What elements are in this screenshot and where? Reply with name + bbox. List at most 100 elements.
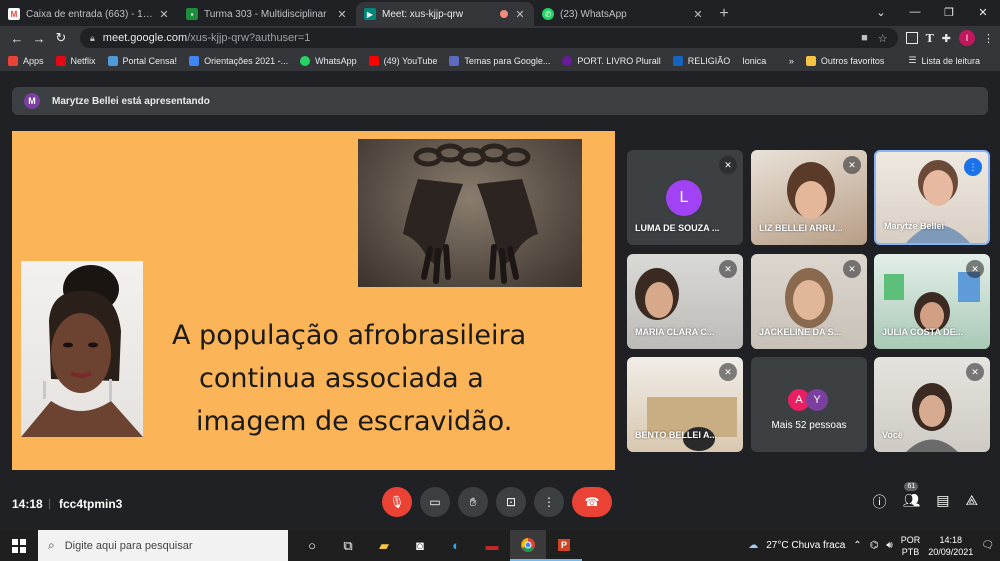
forward-icon[interactable]: → — [28, 31, 50, 46]
notifications-icon[interactable]: 🗨︎ — [981, 540, 994, 551]
new-tab-button[interactable]: + — [712, 2, 736, 26]
participant-tile-maria-clara[interactable]: ✕ MARIA CLARA C... — [627, 254, 743, 349]
text-extension-icon[interactable]: T — [926, 32, 934, 45]
present-screen-icon: ⊡ — [505, 495, 517, 509]
more-options-button[interactable]: ⋮ — [534, 487, 564, 517]
bookmark-ionica[interactable]: Ionica — [742, 56, 766, 66]
puzzle-icon[interactable]: ✚ — [942, 32, 951, 45]
reading-list-icon: ☰ — [908, 55, 917, 65]
participant-tile-julia[interactable]: ✕ JULIA COSTA DE... — [874, 254, 990, 349]
bookmark-whatsapp[interactable]: WhatsApp — [300, 55, 357, 66]
participant-name: Marytze Bellei — [884, 221, 945, 231]
reading-list[interactable]: ☰ Lista de leitura — [908, 55, 980, 66]
meet-window: M Marytze Bellei está apresentando A pop… — [0, 72, 1000, 530]
file-explorer-icon[interactable]: ▰ — [366, 530, 402, 561]
whatsapp-icon — [300, 55, 311, 66]
weather-text[interactable]: 27°C Chuva fraca — [766, 540, 845, 551]
close-tab-icon[interactable]: ✕ — [514, 8, 526, 21]
people-button[interactable]: 61 👥︎ — [902, 482, 920, 512]
camera-in-use-icon[interactable]: ■ — [861, 32, 868, 45]
mic-off-icon: ✕ — [966, 260, 984, 278]
participant-tile-jackeline[interactable]: ✕ JACKELINE DA S... — [751, 254, 867, 349]
tab-title: (23) WhatsApp — [560, 8, 627, 20]
tab-search-icon[interactable]: ⌄ — [864, 6, 898, 19]
windows-taskbar: ⌕ Digite aqui para pesquisar ○ ⧉ ▰ ◙ ◐ ▬… — [0, 530, 1000, 561]
portal-icon — [107, 55, 118, 66]
reload-icon[interactable]: ↻ — [50, 30, 72, 46]
more-people-avatars: A Y — [788, 389, 828, 411]
edge-icon[interactable]: ◐ — [438, 530, 474, 561]
tab-gmail[interactable]: M Caixa de entrada (663) - 1004729 ✕ — [0, 2, 178, 26]
browser-toolbar: ← → ↻ 🔒︎ meet.google.com /xus-kjjp-qrw?a… — [0, 26, 1000, 50]
input-language[interactable]: POR PTB — [901, 534, 921, 558]
participant-tile-self[interactable]: ✕ Você — [874, 357, 990, 452]
mic-off-icon: ✕ — [966, 363, 984, 381]
volume-icon[interactable]: 🔊︎ — [886, 540, 892, 551]
close-window-button[interactable]: ✕ — [966, 6, 1000, 19]
system-tray: ☁ 27°C Chuva fraca ⌃ ⌬ 🔊︎ POR PTB 14:18 20… — [748, 534, 1000, 558]
mic-off-icon: ✕ — [843, 260, 861, 278]
cortana-icon[interactable]: ○ — [294, 530, 330, 561]
meeting-info-button[interactable]: ⓘ — [872, 492, 886, 512]
close-tab-icon[interactable]: ✕ — [336, 8, 348, 21]
present-button[interactable]: ⊡ — [496, 487, 526, 517]
address-bar[interactable]: 🔒︎ meet.google.com /xus-kjjp-qrw?authuse… — [80, 28, 898, 48]
activities-button[interactable]: ⟁ — [966, 492, 979, 512]
minimize-button[interactable]: — — [898, 6, 932, 18]
bookmarks-overflow-icon[interactable]: » — [789, 56, 794, 66]
bookmark-religiao[interactable]: RELIGIÃO — [672, 55, 730, 66]
other-bookmarks[interactable]: Outros favoritos — [805, 55, 884, 66]
participant-tile-liz[interactable]: ✕ LIZ BELLEI ARRU... — [751, 150, 867, 245]
weather-icon[interactable]: ☁ — [748, 540, 758, 551]
raise-hand-button[interactable]: ✋︎ — [458, 487, 488, 517]
netflix-icon — [55, 55, 66, 66]
classroom-icon: ▪ — [186, 8, 198, 20]
menu-icon[interactable]: ⋮ — [983, 32, 994, 45]
participant-tile-bento[interactable]: ✕ BENTO BELLEI A... — [627, 357, 743, 452]
mic-toggle-button[interactable]: 🎙︎ — [382, 487, 412, 517]
powerpoint-icon[interactable]: P — [546, 530, 582, 561]
moviemaker-icon[interactable]: ▬ — [474, 530, 510, 561]
windows-logo-icon — [12, 538, 26, 553]
start-button[interactable] — [0, 530, 38, 561]
bookmark-temas[interactable]: Temas para Google... — [449, 55, 550, 66]
chat-button[interactable]: ▤ — [936, 492, 949, 512]
back-icon[interactable]: ← — [6, 31, 28, 46]
camera-toggle-button[interactable]: ▭ — [420, 487, 450, 517]
hand-icon: ✋︎ — [469, 494, 477, 509]
participant-name: Você — [882, 430, 903, 440]
chrome-icon[interactable] — [510, 530, 546, 561]
whatsapp-icon: ✆ — [542, 8, 554, 20]
participant-tile-marytze[interactable]: ⋮ Marytze Bellei — [874, 150, 990, 245]
bookmark-apps[interactable]: Apps — [8, 55, 44, 66]
bookmark-orientacoes[interactable]: Orientações 2021 -... — [189, 55, 288, 66]
lock-icon[interactable]: 🔒︎ — [90, 33, 95, 44]
more-people-tile[interactable]: A Y Mais 52 pessoas — [751, 357, 867, 452]
bookmark-star-icon[interactable]: ☆ — [878, 32, 888, 45]
tray-expand-icon[interactable]: ⌃ — [853, 540, 861, 551]
taskbar-search[interactable]: ⌕ Digite aqui para pesquisar — [38, 530, 288, 561]
extensions-area: T ✚ I ⋮ — [905, 30, 994, 46]
woman-portrait-image — [21, 261, 143, 437]
bookmark-portal[interactable]: Portal Censa! — [107, 55, 177, 66]
tab-whatsapp[interactable]: ✆ (23) WhatsApp ✕ — [534, 2, 712, 26]
apps-grid-icon — [8, 55, 18, 66]
bookmark-youtube[interactable]: (49) YouTube — [368, 55, 437, 66]
network-icon[interactable]: ⌬ — [870, 540, 879, 551]
camera-app-icon[interactable]: ◙ — [402, 530, 438, 561]
extension-icon[interactable] — [905, 32, 918, 44]
close-tab-icon[interactable]: ✕ — [158, 8, 170, 21]
bookmark-netflix[interactable]: Netflix — [55, 55, 96, 66]
tab-meet[interactable]: ▶ Meet: xus-kjjp-qrw ✕ — [356, 2, 534, 26]
close-tab-icon[interactable]: ✕ — [692, 8, 704, 21]
restore-button[interactable]: ❐ — [932, 6, 966, 19]
leave-call-button[interactable]: ☎︎ — [572, 487, 612, 517]
slide-line: A população afrobrasileira — [172, 320, 527, 351]
meeting-code: fcc4tpmin3 — [59, 497, 123, 511]
task-view-icon[interactable]: ⧉ — [330, 530, 366, 561]
profile-avatar[interactable]: I — [959, 30, 975, 46]
participant-tile-luma[interactable]: ✕ L LUMA DE SOUZA ... — [627, 150, 743, 245]
tab-classroom[interactable]: ▪ Turma 303 - Multidisciplinar ✕ — [178, 2, 356, 26]
bookmark-plurall[interactable]: PORT. LIVRO Plurall — [562, 55, 661, 66]
taskbar-clock[interactable]: 14:18 20/09/2021 — [928, 534, 973, 558]
